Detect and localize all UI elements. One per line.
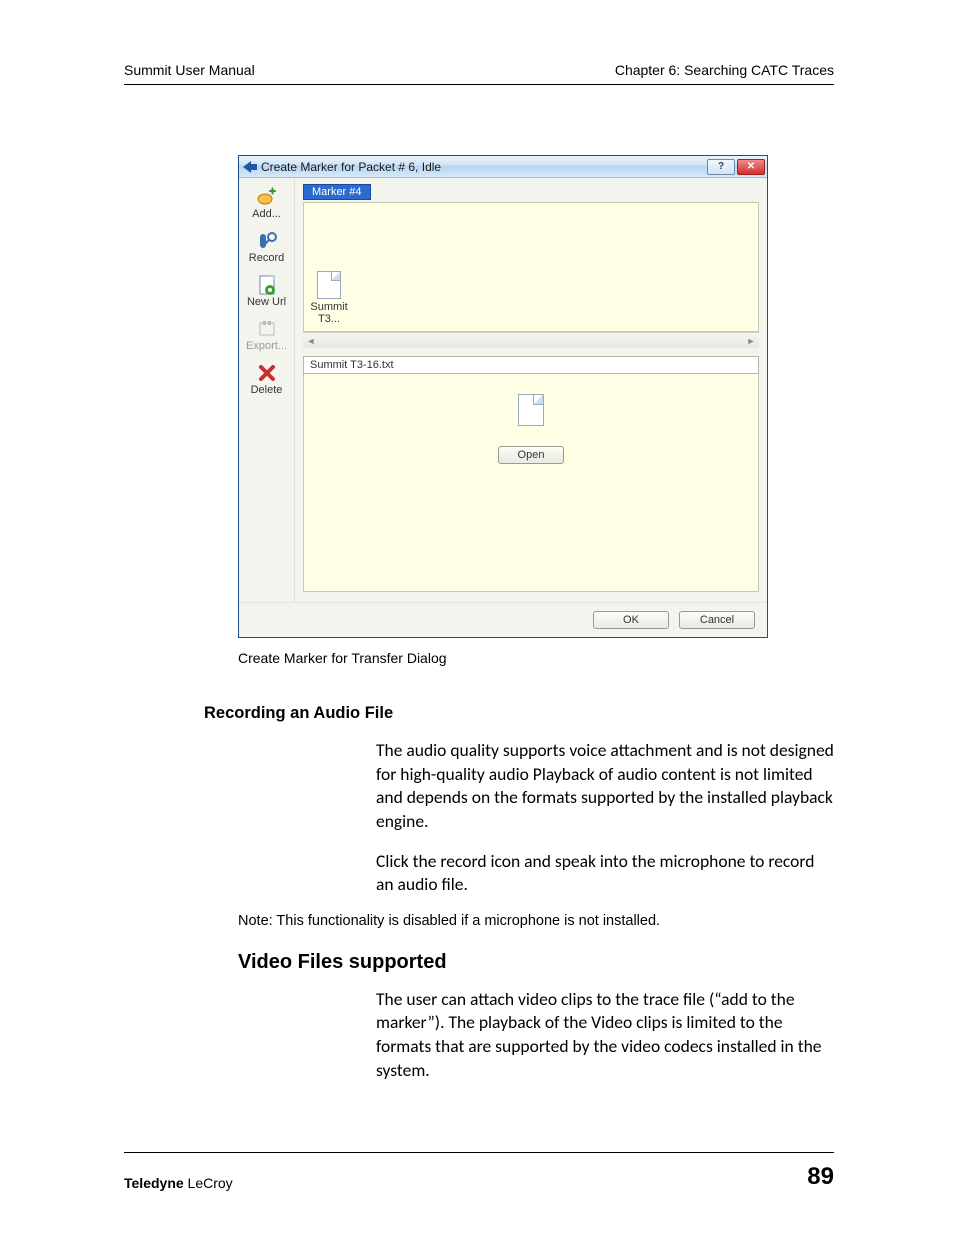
- sidebar-label: Record: [249, 252, 284, 264]
- sidebar-export[interactable]: Export...: [241, 318, 292, 352]
- dialog-title: Create Marker for Packet # 6, Idle: [261, 160, 703, 174]
- sidebar-label: Export...: [246, 340, 287, 352]
- body-paragraph: The user can attach video clips to the t…: [376, 988, 834, 1083]
- page-number: 89: [807, 1163, 834, 1191]
- ok-button[interactable]: OK: [593, 611, 669, 629]
- body-paragraph: Click the record icon and speak into the…: [376, 850, 834, 897]
- file-path-field[interactable]: Summit T3-16.txt: [303, 356, 759, 374]
- horizontal-scrollbar[interactable]: ◄ ►: [303, 332, 759, 348]
- attached-file-label: Summit T3...: [310, 301, 348, 325]
- new-url-icon: [255, 274, 279, 296]
- preview-area: Open: [303, 374, 759, 592]
- marker-name-label: Marker #4: [303, 184, 371, 200]
- help-button[interactable]: ?: [707, 159, 735, 175]
- dialog-sidebar: Add... Record: [239, 178, 295, 602]
- delete-icon: [255, 362, 279, 384]
- document-icon: [317, 271, 341, 299]
- cancel-button[interactable]: Cancel: [679, 611, 755, 629]
- attachments-area[interactable]: Summit T3...: [303, 202, 759, 332]
- add-icon: [255, 186, 279, 208]
- record-icon: [255, 230, 279, 252]
- scroll-right-icon[interactable]: ►: [745, 336, 757, 346]
- header-right: Chapter 6: Searching CATC Traces: [615, 62, 834, 78]
- dialog-button-bar: OK Cancel: [239, 602, 767, 637]
- close-button[interactable]: ✕: [737, 159, 765, 175]
- sidebar-label: New Url: [247, 296, 286, 308]
- sidebar-add[interactable]: Add...: [241, 186, 292, 220]
- sidebar-label: Add...: [252, 208, 281, 220]
- section-heading-video: Video Files supported: [238, 951, 834, 974]
- sidebar-label: Delete: [251, 384, 283, 396]
- open-button[interactable]: Open: [498, 446, 564, 464]
- section-heading-audio: Recording an Audio File: [204, 704, 834, 723]
- body-paragraph: The audio quality supports voice attachm…: [376, 739, 834, 834]
- export-icon: [255, 318, 279, 340]
- attached-file-item[interactable]: Summit T3...: [310, 271, 348, 325]
- footer-brand: Teledyne LeCroy: [124, 1175, 233, 1191]
- sidebar-record[interactable]: Record: [241, 230, 292, 264]
- header-left: Summit User Manual: [124, 62, 255, 78]
- sidebar-delete[interactable]: Delete: [241, 362, 292, 396]
- figure-caption: Create Marker for Transfer Dialog: [238, 650, 768, 666]
- preview-document-icon: [518, 394, 544, 426]
- app-logo-icon: [243, 161, 257, 173]
- dialog-titlebar: Create Marker for Packet # 6, Idle ? ✕: [239, 156, 767, 178]
- create-marker-dialog: Create Marker for Packet # 6, Idle ? ✕: [238, 155, 768, 638]
- note-text: Note: This functionality is disabled if …: [238, 913, 834, 929]
- sidebar-new-url[interactable]: New Url: [241, 274, 292, 308]
- scroll-left-icon[interactable]: ◄: [305, 336, 317, 346]
